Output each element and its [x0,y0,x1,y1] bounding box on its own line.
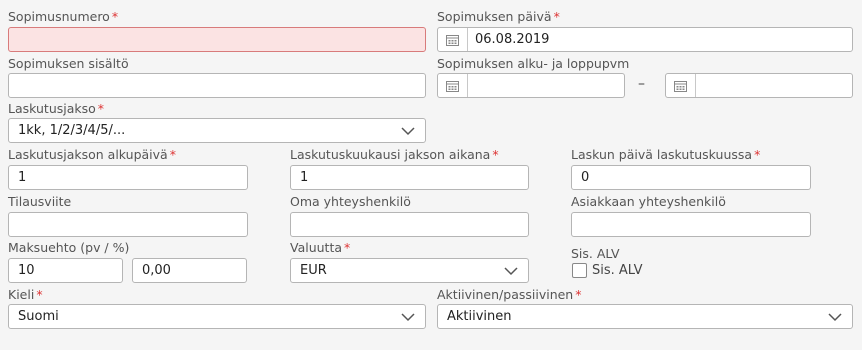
calendar-icon [674,81,687,92]
laskutusjakso-select[interactable]: 1kk, 1/2/3/4/5/... [8,118,426,143]
required-marker: * [344,240,351,255]
sopimusnumero-input[interactable] [8,27,426,52]
sis-alv-label: Sis. ALV [571,246,620,261]
asiakkaan-yhteyshenkilo-label: Asiakkaan yhteyshenkilö [571,194,726,209]
laskutusjakso-label: Laskutusjakso * [8,101,105,116]
laskutuskuukausi-input[interactable]: 1 [290,165,529,190]
sopimusnumero-label: Sopimusnumero * [8,9,119,24]
valuutta-value: EUR [300,263,327,278]
required-marker: * [111,9,119,24]
aktiivinen-label: Aktiivinen/passiivinen * [437,287,582,302]
required-marker: * [575,287,582,302]
asiakkaan-yhteyshenkilo-input[interactable] [571,212,811,237]
laskun-paiva-input[interactable]: 0 [571,165,811,190]
maksuehto-days-input[interactable]: 10 [8,258,123,283]
kieli-select[interactable]: Suomi [8,304,426,329]
sopimuksen-paiva-value: 06.08.2019 [475,32,550,47]
kieli-value: Suomi [18,309,59,324]
loppupvm-input[interactable] [665,73,853,98]
laskutusjakson-alkupaiva-input[interactable]: 1 [8,165,248,190]
alku-loppu-label: Sopimuksen alku- ja loppupvm [437,56,630,71]
calendar-button[interactable] [666,74,696,97]
oma-yhteyshenkilo-input[interactable] [290,212,529,237]
laskutusjakson-alkupaiva-label: Laskutusjakson alkupäivä * [8,147,176,162]
required-marker: * [754,147,761,162]
calendar-icon [446,81,459,92]
calendar-button[interactable] [438,74,468,97]
tilausviite-input[interactable] [8,212,248,237]
valuutta-select[interactable]: EUR [290,258,529,283]
chevron-down-icon [828,313,842,322]
oma-yhteyshenkilo-label: Oma yhteyshenkilö [290,194,411,209]
sopimuksen-sisalto-label: Sopimuksen sisältö [8,56,129,71]
required-marker: * [97,101,105,116]
calendar-icon [446,35,459,46]
calendar-button[interactable] [438,28,468,51]
required-marker: * [553,9,560,24]
kieli-label: Kieli * [8,287,43,302]
chevron-down-icon [401,313,415,322]
laskutuskuukausi-label: Laskutuskuukausi jakson aikana * [290,147,499,162]
sopimuksen-sisalto-input[interactable] [8,73,426,98]
valuutta-label: Valuutta * [290,240,351,255]
aktiivinen-select[interactable]: Aktiivinen [437,304,853,329]
contract-form: Sopimusnumero * Sopimuksen päivä * 06.08.2… [0,0,862,350]
required-marker: * [169,147,176,162]
tilausviite-label: Tilausviite [8,194,72,209]
sis-alv-checkbox-label[interactable]: Sis. ALV [592,263,643,279]
maksuehto-percent-input[interactable]: 0,00 [132,258,247,283]
required-marker: * [36,287,43,302]
laskun-paiva-label: Laskun päivä laskutuskuussa * [571,147,761,162]
maksuehto-label: Maksuehto (pv / %) [8,240,130,255]
required-marker: * [492,147,499,162]
aktiivinen-value: Aktiivinen [447,309,512,324]
sopimuksen-paiva-label: Sopimuksen päivä * [437,9,560,24]
laskutusjakso-value: 1kk, 1/2/3/4/5/... [18,123,126,138]
alkupvm-input[interactable] [437,73,625,98]
chevron-down-icon [401,127,415,136]
chevron-down-icon [504,267,518,276]
date-range-separator: – [638,76,645,92]
sopimuksen-paiva-input[interactable]: 06.08.2019 [437,27,853,52]
sis-alv-checkbox[interactable] [572,263,587,278]
